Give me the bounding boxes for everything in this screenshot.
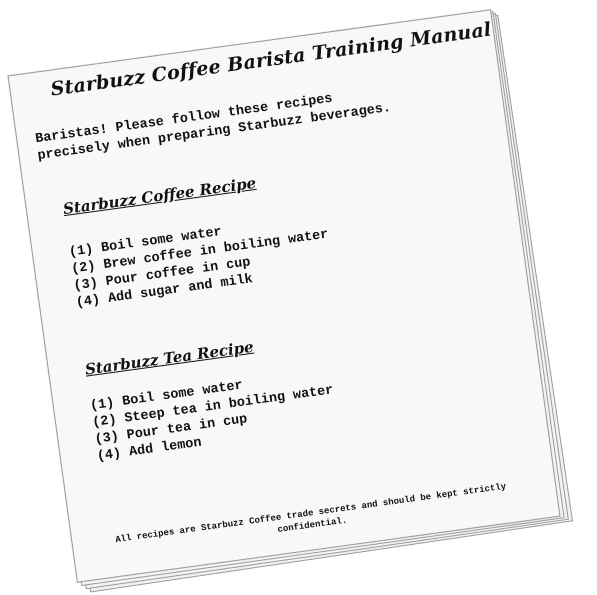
document-stage: Starbuzz Coffee Barista Training Manual … <box>0 0 597 595</box>
confidentiality-note: All recipes are Starbuzz Coffee trade se… <box>114 481 507 546</box>
manual-page: Starbuzz Coffee Barista Training Manual … <box>7 9 561 583</box>
tea-recipe-heading: Starbuzz Tea Recipe <box>83 337 255 379</box>
tea-recipe-steps: (1) Boil some water (2) Steep tea in boi… <box>89 365 339 465</box>
coffee-recipe-steps: (1) Boil some water (2) Brew coffee in b… <box>68 210 334 313</box>
coffee-recipe-heading: Starbuzz Coffee Recipe <box>61 173 258 219</box>
